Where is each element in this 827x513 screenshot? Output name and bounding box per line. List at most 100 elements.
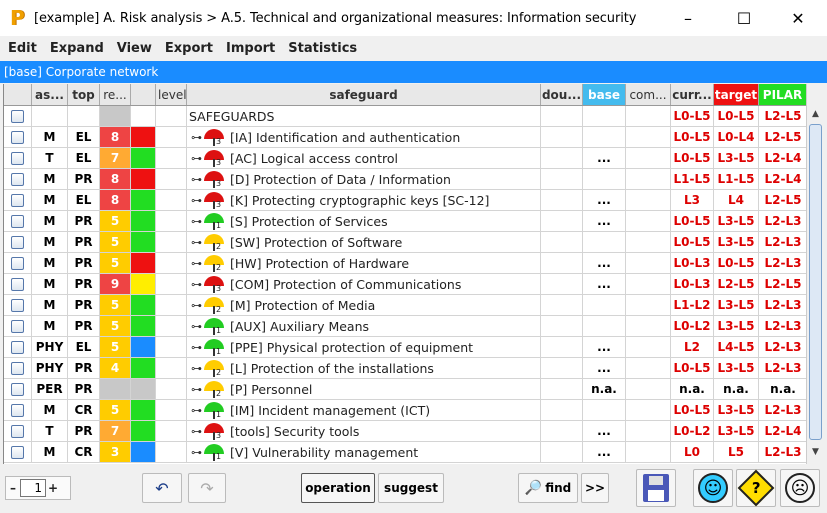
cell-com[interactable]	[626, 274, 671, 295]
cell-safeguard[interactable]: ⊶ 3 [COM] Protection of Communications	[187, 274, 541, 295]
table-row[interactable]: T EL 7 ⊶ 3 [AC] Logical access control... L0-L…	[4, 148, 806, 169]
cell-target[interactable]: L4-L5	[714, 337, 759, 358]
cell-target[interactable]: L3-L5	[714, 358, 759, 379]
cell-current[interactable]: L1-L5	[671, 169, 714, 190]
cell-safeguard[interactable]: ⊶ 2 [P] Personnel	[187, 379, 541, 400]
cell-dou[interactable]	[541, 442, 583, 463]
header-current[interactable]: curr...	[671, 84, 714, 105]
cell-dou[interactable]	[541, 274, 583, 295]
cell-dou[interactable]	[541, 253, 583, 274]
cell-current[interactable]: n.a.	[671, 379, 714, 400]
checkbox-box[interactable]	[11, 109, 24, 123]
cell-target[interactable]: L3-L5	[714, 211, 759, 232]
cell-pilar[interactable]: L2-L3	[759, 337, 806, 358]
header-com[interactable]: com...	[626, 84, 671, 105]
key-icon[interactable]: ⊶	[191, 362, 202, 375]
cell-com[interactable]	[626, 337, 671, 358]
header-checkbox[interactable]	[4, 84, 32, 105]
cell-safeguard[interactable]: ⊶ 1 [IM] Incident management (ICT)	[187, 400, 541, 421]
cell-base[interactable]	[583, 169, 626, 190]
key-icon[interactable]: ⊶	[191, 320, 202, 333]
cell-target[interactable]: L3-L5	[714, 421, 759, 442]
maximize-button[interactable]: ☐	[720, 0, 768, 36]
key-icon[interactable]: ⊶	[191, 236, 202, 249]
table-row[interactable]: M PR 9 ⊶ 3 [COM] Protection of Communications…	[4, 274, 806, 295]
key-icon[interactable]: ⊶	[191, 131, 202, 144]
suggest-button[interactable]: suggest	[378, 473, 444, 503]
header-color[interactable]	[131, 84, 156, 105]
cell-com[interactable]	[626, 232, 671, 253]
table-row[interactable]: M PR 5 ⊶ 2 [HW] Protection of Hardware... L0-L…	[4, 253, 806, 274]
key-icon[interactable]: ⊶	[191, 341, 202, 354]
key-icon[interactable]: ⊶	[191, 173, 202, 186]
row-checkbox[interactable]	[4, 106, 32, 127]
table-row-root[interactable]: SAFEGUARDS L0-L5 L0-L5 L2-L5	[4, 106, 806, 127]
cell-base[interactable]: ...	[583, 274, 626, 295]
row-checkbox[interactable]	[4, 358, 32, 379]
cell-target[interactable]: L3-L5	[714, 295, 759, 316]
menu-view[interactable]: View	[117, 41, 152, 56]
cell-com[interactable]	[626, 106, 671, 127]
row-checkbox[interactable]	[4, 211, 32, 232]
header-safeguard[interactable]: safeguard	[187, 84, 541, 105]
cell-safeguard[interactable]: SAFEGUARDS	[187, 106, 541, 127]
header-top[interactable]: top	[68, 84, 100, 105]
cell-current[interactable]: L0-L5	[671, 400, 714, 421]
sad-face-button[interactable]: ☹	[780, 469, 820, 507]
cell-base[interactable]: ...	[583, 253, 626, 274]
cell-current[interactable]: L0-L2	[671, 316, 714, 337]
cell-pilar[interactable]: L2-L3	[759, 295, 806, 316]
cell-target[interactable]: L0-L4	[714, 127, 759, 148]
cell-base[interactable]: ...	[583, 358, 626, 379]
row-checkbox[interactable]	[4, 316, 32, 337]
cell-com[interactable]	[626, 358, 671, 379]
cell-base[interactable]	[583, 106, 626, 127]
checkbox-box[interactable]	[11, 130, 24, 144]
cell-current[interactable]: L0-L5	[671, 127, 714, 148]
menu-export[interactable]: Export	[165, 41, 213, 56]
cell-pilar[interactable]: n.a.	[759, 379, 806, 400]
cell-com[interactable]	[626, 316, 671, 337]
key-icon[interactable]: ⊶	[191, 215, 202, 228]
cell-pilar[interactable]: L2-L4	[759, 169, 806, 190]
cell-base[interactable]	[583, 295, 626, 316]
cell-safeguard[interactable]: ⊶ 3 [K] Protecting cryptographic keys [SC-…	[187, 190, 541, 211]
cell-com[interactable]	[626, 169, 671, 190]
cell-current[interactable]: L0-L5	[671, 148, 714, 169]
cell-target[interactable]: L0-L5	[714, 106, 759, 127]
cell-target[interactable]: L3-L5	[714, 148, 759, 169]
cell-pilar[interactable]: L2-L5	[759, 106, 806, 127]
checkbox-box[interactable]	[11, 319, 24, 333]
cell-pilar[interactable]: L2-L4	[759, 421, 806, 442]
key-icon[interactable]: ⊶	[191, 446, 202, 459]
cell-current[interactable]: L0-L5	[671, 106, 714, 127]
table-row[interactable]: PER PR ⊶ 2 [P] Personnel n.a. n.a. n.a. n.a.	[4, 379, 806, 400]
key-icon[interactable]: ⊶	[191, 152, 202, 165]
stepper-plus-button[interactable]: +	[46, 481, 60, 495]
header-re[interactable]: re...	[100, 84, 131, 105]
cell-safeguard[interactable]: ⊶ 3 [tools] Security tools	[187, 421, 541, 442]
cell-pilar[interactable]: L2-L5	[759, 190, 806, 211]
cell-safeguard[interactable]: ⊶ 3 [AC] Logical access control	[187, 148, 541, 169]
cell-dou[interactable]	[541, 211, 583, 232]
save-button[interactable]	[636, 469, 676, 507]
cell-current[interactable]: L0-L5	[671, 358, 714, 379]
checkbox-box[interactable]	[11, 172, 24, 186]
cell-dou[interactable]	[541, 379, 583, 400]
cell-pilar[interactable]: L2-L3	[759, 442, 806, 463]
cell-com[interactable]	[626, 211, 671, 232]
checkbox-box[interactable]	[11, 256, 24, 270]
table-row[interactable]: PHY PR 4 ⊶ 2 [L] Protection of the installati…	[4, 358, 806, 379]
checkbox-box[interactable]	[11, 361, 24, 375]
cell-target[interactable]: L3-L5	[714, 400, 759, 421]
cell-base[interactable]: n.a.	[583, 379, 626, 400]
cell-target[interactable]: L4	[714, 190, 759, 211]
find-button[interactable]: 🔎 find	[518, 473, 578, 503]
table-row[interactable]: M PR 5 ⊶ 2 [SW] Protection of Software L0-L5 L3…	[4, 232, 806, 253]
checkbox-box[interactable]	[11, 424, 24, 438]
cell-com[interactable]	[626, 127, 671, 148]
cell-target[interactable]: L3-L5	[714, 316, 759, 337]
cell-pilar[interactable]: L2-L3	[759, 211, 806, 232]
cell-safeguard[interactable]: ⊶ 2 [M] Protection of Media	[187, 295, 541, 316]
row-checkbox[interactable]	[4, 379, 32, 400]
